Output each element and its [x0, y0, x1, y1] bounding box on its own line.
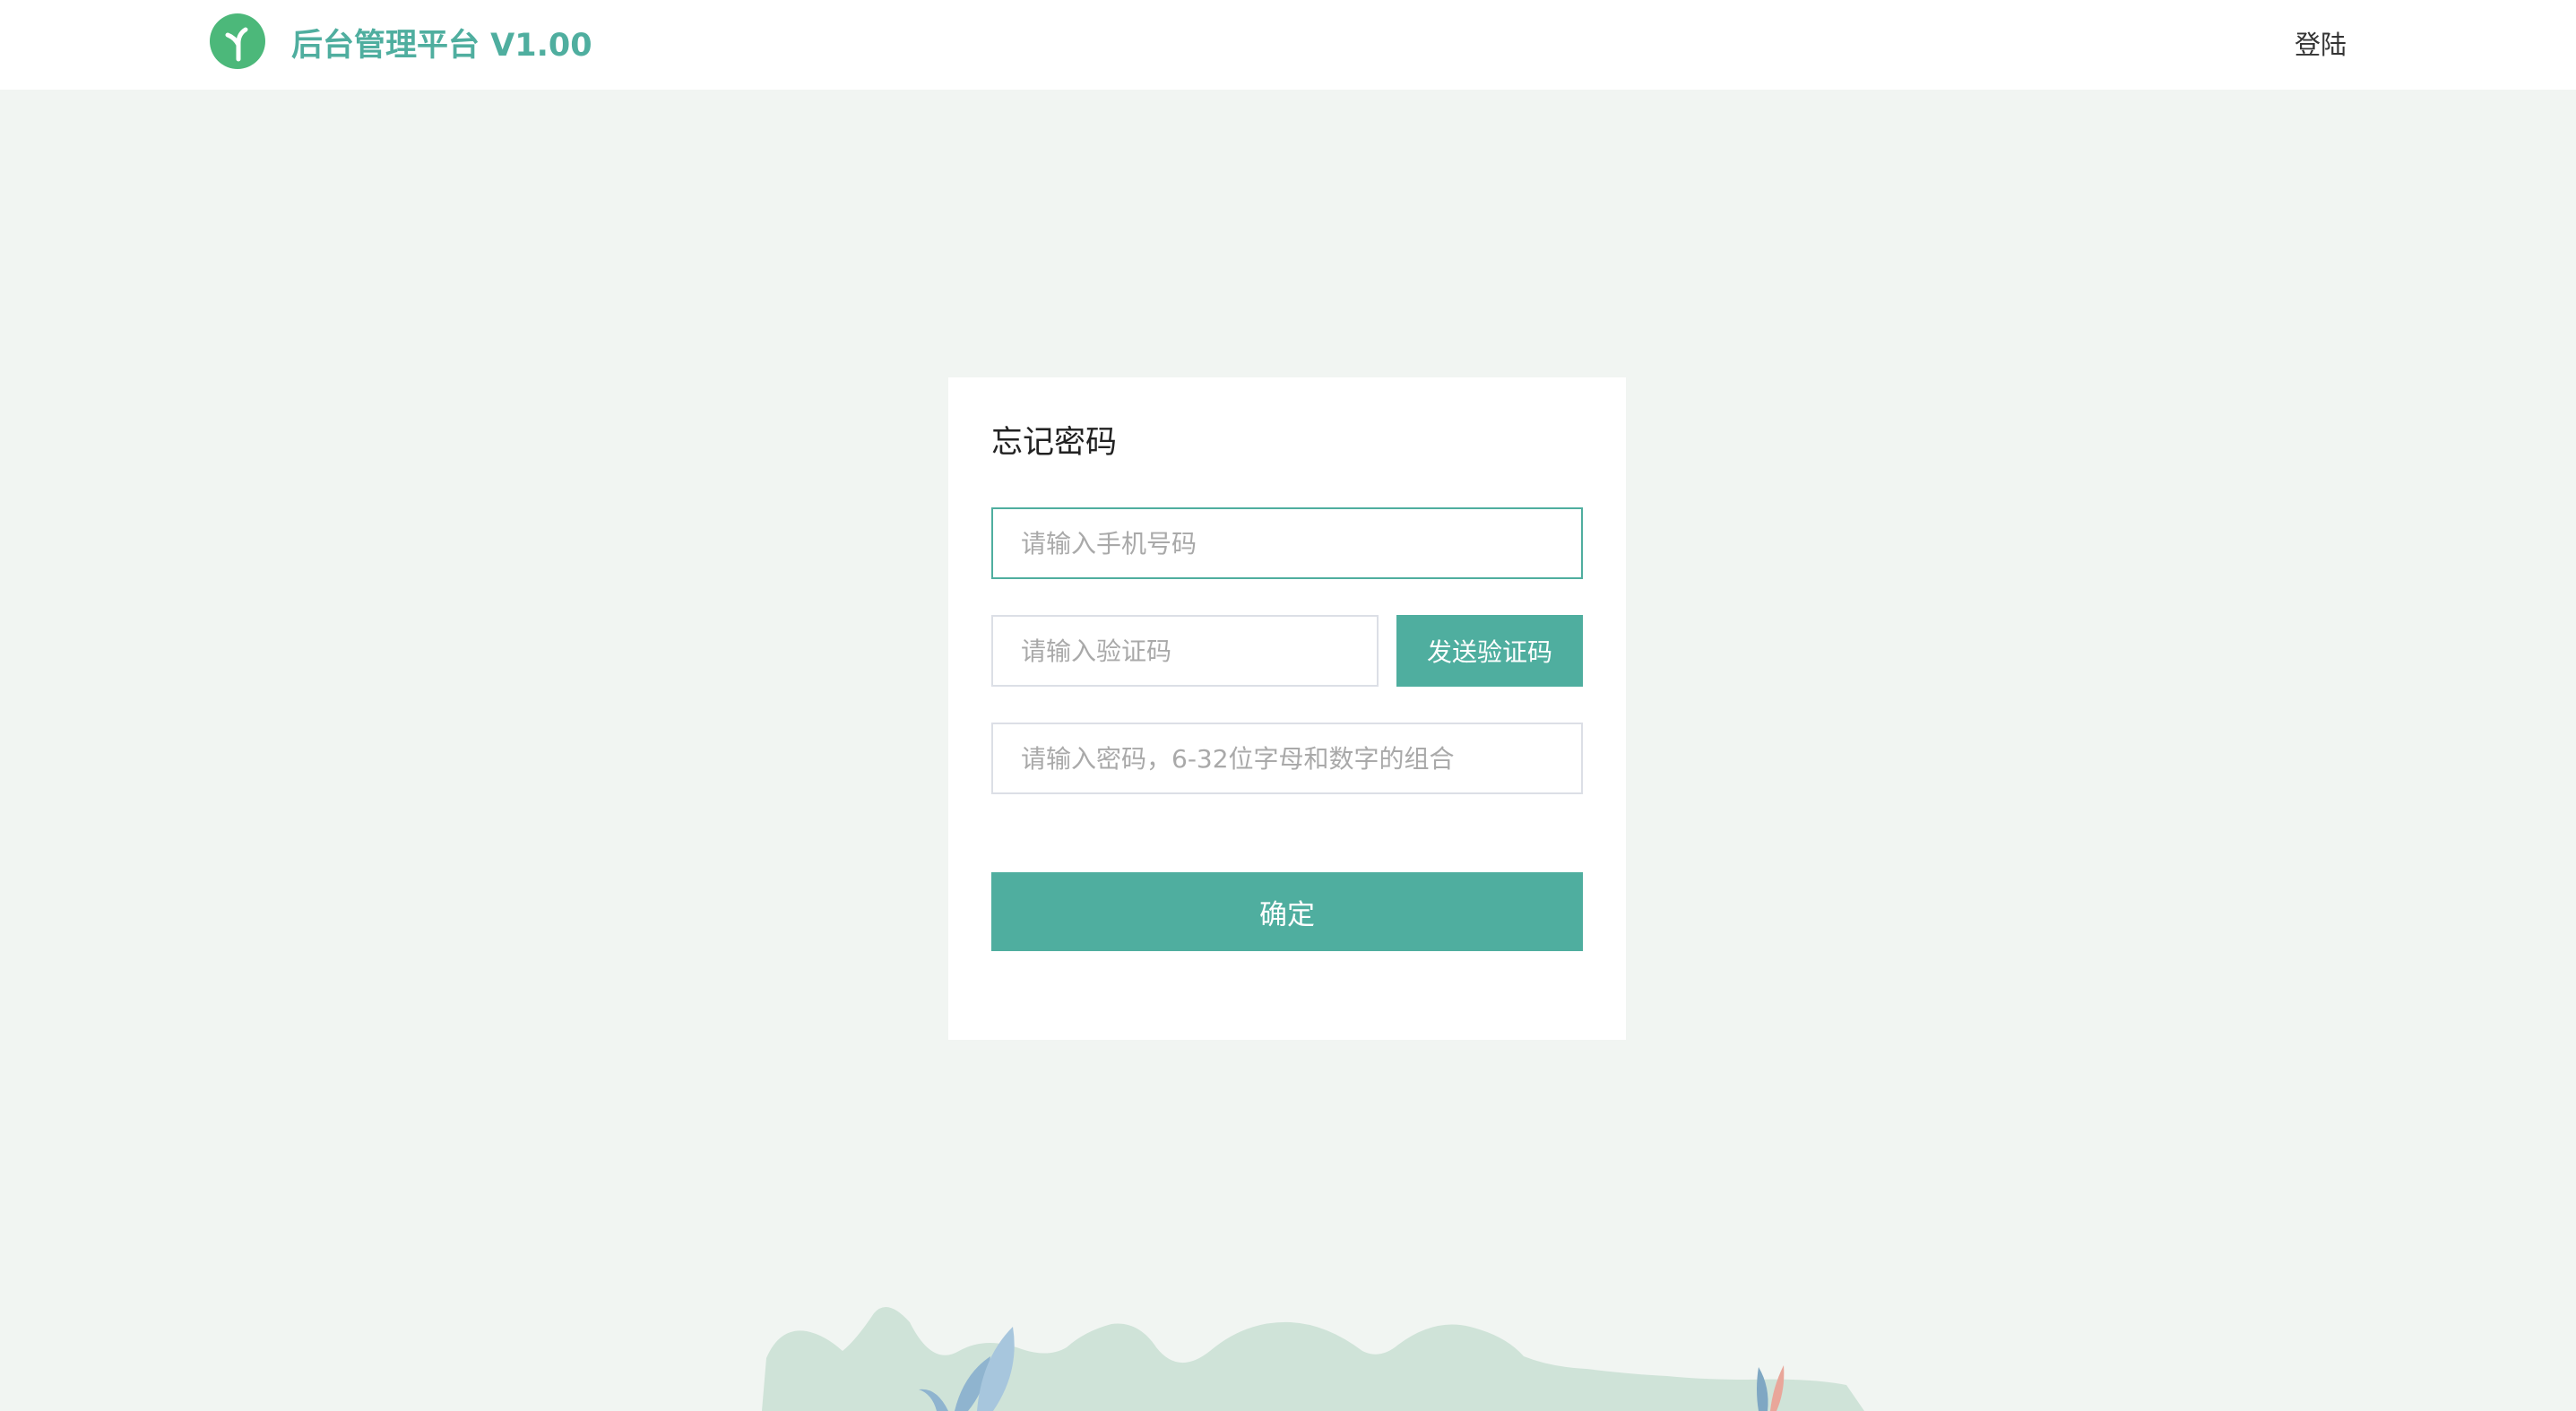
- sprout-logo-icon: [210, 13, 265, 69]
- top-header: 后台管理平台 V1.00 登陆: [0, 0, 2576, 90]
- forgot-password-card: 忘记密码 发送验证码 确定: [948, 377, 1626, 1040]
- new-password-input[interactable]: [991, 723, 1583, 794]
- form-title: 忘记密码: [991, 425, 1118, 461]
- brand-title: 后台管理平台 V1.00: [291, 28, 592, 64]
- blue-leaf-icon: [1757, 1367, 1768, 1411]
- confirm-button[interactable]: 确定: [991, 872, 1583, 951]
- login-link[interactable]: 登陆: [2295, 25, 2347, 65]
- phone-input[interactable]: [991, 507, 1583, 579]
- send-code-button[interactable]: 发送验证码: [1396, 615, 1583, 687]
- hills-decoration: [762, 1306, 1864, 1411]
- verification-code-input[interactable]: [991, 615, 1379, 687]
